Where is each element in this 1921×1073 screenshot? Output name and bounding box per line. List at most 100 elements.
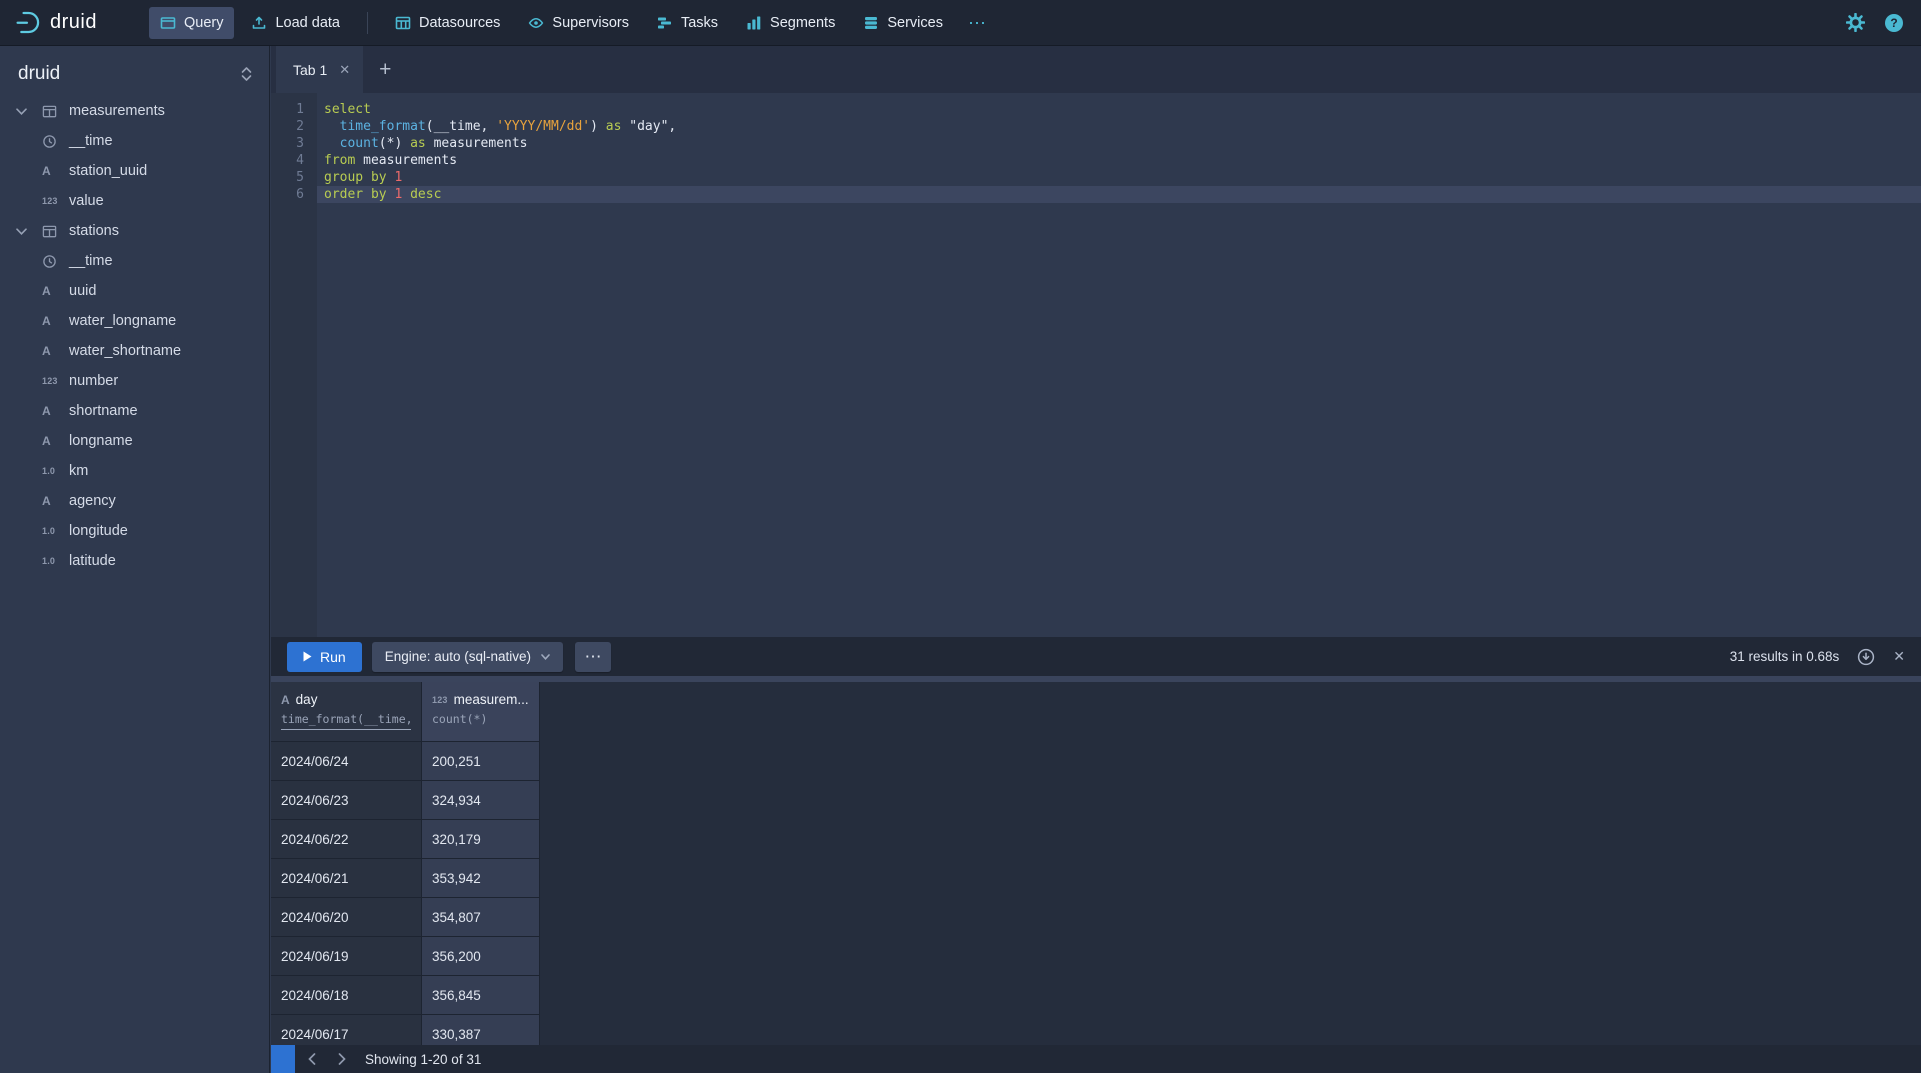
code-token (324, 136, 340, 151)
code-token: group by (324, 170, 387, 185)
nav-divider (367, 12, 368, 34)
next-page-button[interactable] (329, 1045, 355, 1073)
engine-select[interactable]: Engine: auto (sql-native) (372, 642, 563, 672)
tree-item-label: value (69, 193, 104, 209)
tree-item-label: longname (69, 433, 133, 449)
results-panel: A day time_format(__time, … 123 measurem… (271, 682, 1921, 1045)
code-line[interactable]: time_format(__time, 'YYYY/MM/dd') as "da… (317, 118, 1921, 135)
table-cell[interactable]: 353,942 (422, 859, 540, 898)
tree-item-uuid[interactable]: A uuid (0, 276, 269, 306)
tree-item-stations[interactable]: stations (0, 216, 269, 246)
clock-icon (42, 254, 66, 269)
nav-more-button[interactable]: ⋯ (960, 7, 994, 39)
table-cell[interactable]: 2024/06/22 (271, 820, 422, 859)
table-cell[interactable]: 2024/06/19 (271, 937, 422, 976)
nav-item-label: Load data (275, 15, 340, 31)
tree-item-value[interactable]: 123 value (0, 186, 269, 216)
close-icon[interactable]: ✕ (339, 62, 350, 78)
tree-item-water-shortname[interactable]: A water_shortname (0, 336, 269, 366)
table-cell[interactable]: 356,845 (422, 976, 540, 1015)
float-type-icon: 1.0 (42, 466, 66, 476)
table-cell[interactable]: 324,934 (422, 781, 540, 820)
nav-item-services[interactable]: Services (852, 7, 954, 39)
chevron-down-icon[interactable] (16, 108, 42, 115)
run-bar: Run Engine: auto (sql-native) ⋯ 31 resul… (271, 637, 1921, 676)
table-cell[interactable]: 320,179 (422, 820, 540, 859)
download-icon[interactable] (1857, 648, 1875, 666)
table-cell[interactable]: 354,807 (422, 898, 540, 937)
tree-item-longitude[interactable]: 1.0 longitude (0, 516, 269, 546)
nav-item-query[interactable]: Query (149, 7, 235, 39)
table-cell[interactable]: 2024/06/24 (271, 742, 422, 781)
topbar-right: ? (1846, 13, 1903, 32)
tree-item-label: uuid (69, 283, 96, 299)
table-cell[interactable]: 2024/06/20 (271, 898, 422, 937)
sql-editor[interactable]: 1 2 3 4 5 6 select time_format(__time, '… (271, 93, 1921, 637)
table-cell[interactable]: 200,251 (422, 742, 540, 781)
tree-item-station-uuid[interactable]: A station_uuid (0, 156, 269, 186)
table-row: 2024/06/22 320,179 (271, 820, 1921, 859)
code-line-active[interactable]: order by 1 desc (317, 186, 1921, 203)
tree-item-label: water_shortname (69, 343, 181, 359)
tree-item-time[interactable]: __time (0, 246, 269, 276)
line-number: 3 (271, 135, 317, 152)
table-cell[interactable]: 2024/06/21 (271, 859, 422, 898)
tree-item-time[interactable]: __time (0, 126, 269, 156)
table-cell[interactable]: 2024/06/17 (271, 1015, 422, 1045)
chevron-down-icon[interactable] (16, 228, 42, 235)
nav-item-segments[interactable]: Segments (735, 7, 846, 39)
tree-item-shortname[interactable]: A shortname (0, 396, 269, 426)
tree-item-latitude[interactable]: 1.0 latitude (0, 546, 269, 576)
code-token: order by (324, 187, 387, 202)
chevron-right-icon (338, 1053, 346, 1065)
code-line[interactable]: select (317, 101, 1921, 118)
code-token: "day", (621, 119, 676, 134)
eye-icon (528, 15, 544, 31)
close-results-icon[interactable]: ✕ (1893, 648, 1905, 665)
tree-item-number[interactable]: 123 number (0, 366, 269, 396)
tree-item-label: measurements (69, 103, 165, 119)
nav-item-tasks[interactable]: Tasks (646, 7, 729, 39)
table-cell[interactable]: 330,387 (422, 1015, 540, 1045)
previous-page-button[interactable] (299, 1045, 325, 1073)
run-button[interactable]: Run (287, 642, 362, 672)
tree-item-measurements[interactable]: measurements (0, 96, 269, 126)
code-line[interactable]: count(*) as measurements (317, 135, 1921, 152)
run-more-button[interactable]: ⋯ (575, 642, 611, 672)
tab-tab1[interactable]: Tab 1 ✕ (276, 46, 363, 93)
code-area[interactable]: select time_format(__time, 'YYYY/MM/dd')… (317, 101, 1921, 203)
code-line[interactable]: group by 1 (317, 169, 1921, 186)
nav-item-supervisors[interactable]: Supervisors (517, 7, 640, 39)
nav-item-label: Datasources (419, 15, 500, 31)
number-type-icon: 123 (42, 196, 66, 206)
tree-item-longname[interactable]: A longname (0, 426, 269, 456)
sort-icon[interactable] (240, 66, 253, 82)
number-type-icon: 123 (42, 376, 66, 386)
column-expression: count(*) (432, 712, 529, 726)
help-icon[interactable]: ? (1885, 14, 1903, 32)
results-header: A day time_format(__time, … 123 measurem… (271, 682, 1921, 742)
add-tab-button[interactable]: + (379, 60, 391, 80)
code-token: 'YYYY/MM/dd' (496, 119, 590, 134)
table-cell[interactable]: 2024/06/23 (271, 781, 422, 820)
code-token: count (340, 136, 379, 151)
nav-item-datasources[interactable]: Datasources (384, 7, 511, 39)
table-row: 2024/06/17 330,387 (271, 1015, 1921, 1045)
line-number: 5 (271, 169, 317, 186)
gear-icon[interactable] (1846, 13, 1865, 32)
code-line[interactable]: from measurements (317, 152, 1921, 169)
tree-item-label: station_uuid (69, 163, 147, 179)
column-header-day[interactable]: A day time_format(__time, … (271, 682, 422, 742)
brand[interactable]: druid (14, 9, 97, 36)
tree-item-km[interactable]: 1.0 km (0, 456, 269, 486)
nav-item-load-data[interactable]: Load data (240, 7, 351, 39)
table-cell[interactable]: 356,200 (422, 937, 540, 976)
column-header-measurements[interactable]: 123 measurem... count(*) (422, 682, 540, 742)
tree-item-water-longname[interactable]: A water_longname (0, 306, 269, 336)
tree-item-agency[interactable]: A agency (0, 486, 269, 516)
table-icon (42, 104, 66, 119)
druid-console: druid Query Load data (0, 0, 1921, 1073)
nav-item-label: Tasks (681, 15, 718, 31)
table-cell[interactable]: 2024/06/18 (271, 976, 422, 1015)
nav-item-label: Query (184, 15, 224, 31)
